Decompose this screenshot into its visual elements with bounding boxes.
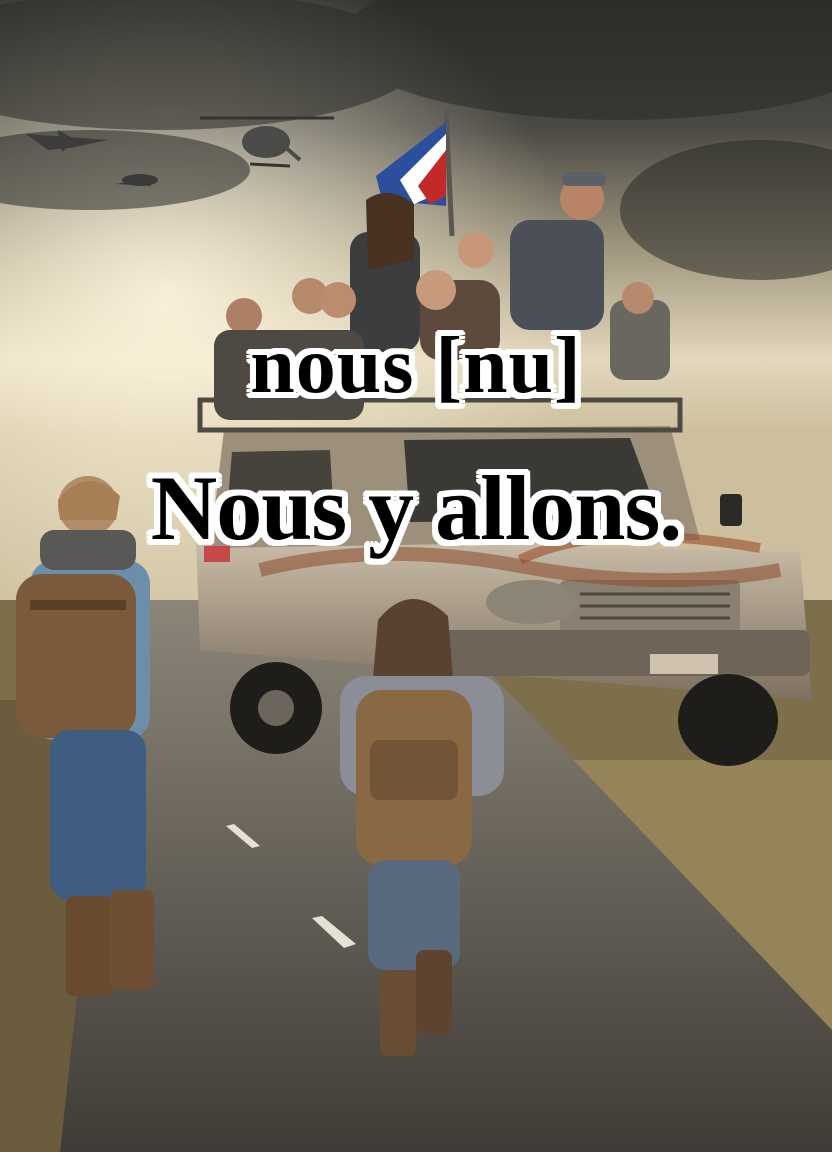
front-right-wheel [678,674,778,766]
scene-illustration [0,0,832,1152]
license-plate [650,654,718,674]
movie-poster-scene: nous [nu] Nous y allons. [0,0,832,1152]
vocabulary-word-caption: nous [nu] [250,322,582,410]
backpack-left [16,574,136,738]
example-sentence-caption: Nous y allons. [150,457,683,559]
